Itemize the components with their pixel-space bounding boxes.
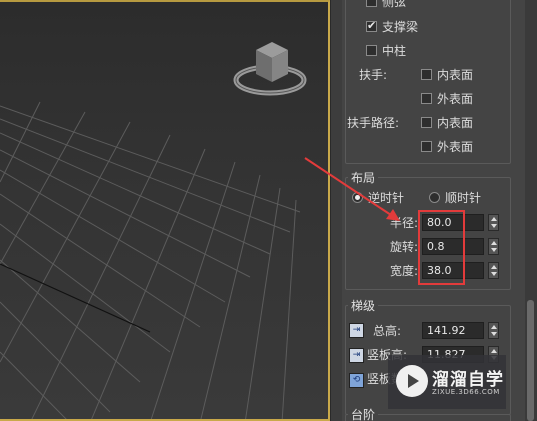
watermark-name: 溜溜自学 xyxy=(432,370,504,390)
play-logo-icon xyxy=(396,365,428,397)
watermark: 溜溜自学 ZIXUE.3D66.COM xyxy=(388,355,506,409)
watermark-url: ZIXUE.3D66.COM xyxy=(432,388,500,396)
